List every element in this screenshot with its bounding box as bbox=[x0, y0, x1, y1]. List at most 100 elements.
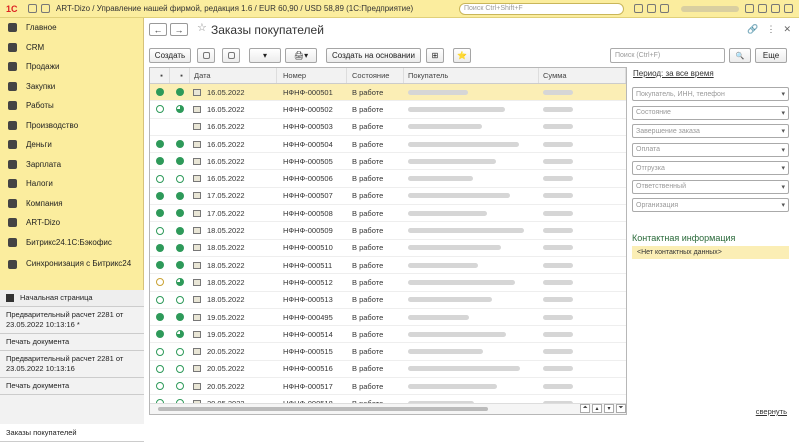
more-button[interactable]: Еще bbox=[755, 48, 787, 63]
filter-field[interactable]: Организация ▾ bbox=[632, 198, 789, 212]
close-icon[interactable] bbox=[784, 4, 793, 13]
forward-button[interactable]: → bbox=[170, 23, 188, 36]
open-window-item[interactable]: Печать документа bbox=[0, 334, 144, 351]
table-row[interactable]: 19.05.2022 НФНФ-000514 В работе bbox=[150, 326, 626, 344]
dropdown-arrow-icon[interactable]: ▾ bbox=[781, 109, 785, 117]
col-icon2[interactable]: ▪ bbox=[170, 68, 190, 83]
menu-icon[interactable] bbox=[28, 4, 37, 13]
search-button[interactable]: 🔍 bbox=[729, 48, 751, 63]
bell-icon[interactable] bbox=[634, 4, 643, 13]
sidebar-item[interactable]: Зарплата bbox=[0, 155, 143, 175]
section-icon bbox=[8, 42, 17, 52]
print-button[interactable]: 🖨▾ bbox=[285, 48, 317, 63]
table-row[interactable]: 17.05.2022 НФНФ-000508 В работе bbox=[150, 205, 626, 223]
more-icon[interactable]: ⋮ bbox=[766, 24, 775, 35]
create-button[interactable]: Создать bbox=[149, 48, 191, 63]
dropdown-arrow-icon[interactable]: ▾ bbox=[781, 146, 785, 154]
open-window-home[interactable]: Начальная страница bbox=[0, 290, 144, 307]
history-icon[interactable] bbox=[647, 4, 656, 13]
structure-button[interactable]: ⊞ bbox=[426, 48, 444, 63]
table-row[interactable]: 18.05.2022 НФНФ-000509 В работе bbox=[150, 222, 626, 240]
back-button[interactable]: ← bbox=[149, 23, 167, 36]
sidebar-item[interactable]: Налоги bbox=[0, 174, 143, 194]
sidebar-item[interactable]: CRM bbox=[0, 38, 143, 58]
create-based-button[interactable]: Создать на основании bbox=[326, 48, 421, 63]
report-button[interactable] bbox=[222, 48, 240, 63]
sidebar-item[interactable]: Компания bbox=[0, 194, 143, 214]
table-row[interactable]: 16.05.2022 НФНФ-000505 В работе bbox=[150, 153, 626, 171]
filter-field[interactable]: Покупатель, ИНН, телефон ▾ bbox=[632, 87, 789, 101]
cell-number: НФНФ-000514 bbox=[283, 329, 333, 339]
open-window-item[interactable]: Печать документа bbox=[0, 378, 144, 395]
user-name[interactable] bbox=[681, 5, 739, 12]
table-row[interactable]: 18.05.2022 НФНФ-000513 В работе bbox=[150, 292, 626, 309]
dropdown-arrow-icon[interactable]: ▾ bbox=[781, 127, 785, 135]
table-row[interactable]: 16.05.2022 НФНФ-000502 В работе bbox=[150, 101, 626, 119]
sidebar-item[interactable]: Производство bbox=[0, 116, 143, 136]
col-icon1[interactable]: ▪ bbox=[150, 68, 170, 83]
col-customer[interactable]: Покупатель bbox=[404, 68, 539, 83]
col-number[interactable]: Номер bbox=[277, 68, 347, 83]
table-row[interactable]: 17.05.2022 НФНФ-000507 В работе bbox=[150, 188, 626, 206]
cell-sum-blurred bbox=[539, 176, 626, 182]
search-input[interactable]: Поиск (Ctrl+F) bbox=[610, 48, 725, 63]
scroll-bottom-icon[interactable]: ⏷ bbox=[616, 404, 626, 413]
col-date[interactable]: Дата bbox=[190, 68, 277, 83]
table-row[interactable]: 16.05.2022 НФНФ-000501 В работе bbox=[150, 84, 626, 102]
cell-state: В работе bbox=[352, 347, 384, 357]
dropdown-arrow-icon[interactable]: ▾ bbox=[781, 164, 785, 172]
filter-field[interactable]: Оплата ▾ bbox=[632, 142, 789, 157]
favorite-star-icon[interactable]: ☆ bbox=[197, 21, 207, 34]
table-row[interactable]: 16.05.2022 НФНФ-000503 В работе bbox=[150, 119, 626, 136]
period-link[interactable]: Период: за все время bbox=[633, 69, 789, 78]
table-row[interactable]: 18.05.2022 НФНФ-000511 В работе bbox=[150, 257, 626, 275]
star-icon[interactable] bbox=[660, 4, 669, 13]
dropdown-arrow-icon[interactable]: ▾ bbox=[781, 183, 785, 191]
col-sum[interactable]: Сумма bbox=[539, 68, 626, 83]
sidebar-item[interactable]: Работы bbox=[0, 96, 143, 116]
close-icon[interactable]: ✕ bbox=[783, 24, 791, 35]
copy-button[interactable] bbox=[197, 48, 215, 63]
filter-field[interactable]: Завершение заказа ▾ bbox=[632, 124, 789, 138]
dropdown-arrow-icon[interactable]: ▾ bbox=[781, 201, 785, 209]
sidebar-item[interactable]: ART-Dizo bbox=[0, 213, 143, 233]
scroll-thumb[interactable] bbox=[158, 407, 488, 411]
table-row[interactable]: 20.05.2022 НФНФ-000516 В работе bbox=[150, 361, 626, 379]
open-window-item[interactable]: Предварительный расчет 2281 от 23.05.202… bbox=[0, 351, 144, 378]
table-row[interactable]: 18.05.2022 НФНФ-000512 В работе bbox=[150, 274, 626, 292]
collapse-link[interactable]: свернуть bbox=[756, 407, 787, 416]
table-row[interactable]: 20.05.2022 НФНФ-000517 В работе bbox=[150, 378, 626, 396]
maximize-icon[interactable] bbox=[771, 4, 780, 13]
sidebar-item[interactable]: Главное bbox=[0, 18, 143, 38]
table-row[interactable]: 18.05.2022 НФНФ-000510 В работе bbox=[150, 240, 626, 257]
sidebar-item[interactable]: Деньги bbox=[0, 135, 143, 155]
dropdown-arrow-icon[interactable]: ▾ bbox=[781, 90, 785, 98]
global-search-input[interactable]: Поиск Ctrl+Shift+F bbox=[459, 2, 624, 15]
sidebar-item[interactable]: Синхронизация с Битрикс24 bbox=[0, 252, 143, 276]
open-window-item[interactable]: Предварительный расчет 2281 от 23.05.202… bbox=[0, 307, 144, 334]
filter-menu-button[interactable]: ▾ bbox=[249, 48, 281, 63]
table-row[interactable]: 20.05.2022 НФНФ-000515 В работе bbox=[150, 343, 626, 361]
section-icon bbox=[8, 218, 17, 228]
cell-customer-blurred bbox=[404, 158, 539, 164]
settings-icon[interactable] bbox=[745, 4, 754, 13]
table-row[interactable]: 19.05.2022 НФНФ-000495 В работе bbox=[150, 309, 626, 327]
scroll-down-icon[interactable]: ▾ bbox=[604, 404, 614, 413]
table-row[interactable]: 16.05.2022 НФНФ-000506 В работе bbox=[150, 170, 626, 188]
sidebar-item[interactable]: Продажи bbox=[0, 57, 143, 77]
col-state[interactable]: Состояние bbox=[347, 68, 404, 83]
link-icon[interactable]: 🔗 bbox=[747, 24, 758, 35]
home-icon[interactable] bbox=[41, 4, 50, 13]
filter-field[interactable]: Ответственный ▾ bbox=[632, 179, 789, 194]
filter-field[interactable]: Состояние ▾ bbox=[632, 105, 789, 120]
scroll-up-icon[interactable]: ▴ bbox=[592, 404, 602, 413]
scroll-top-icon[interactable]: ⏶ bbox=[580, 404, 590, 413]
filter-field[interactable]: Отгрузка ▾ bbox=[632, 161, 789, 175]
sidebar-item[interactable]: Битрикс24.1С:Бэкофис bbox=[0, 233, 143, 253]
open-window-active[interactable]: Заказы покупателей bbox=[0, 425, 144, 442]
star-button[interactable]: ⭐ bbox=[453, 48, 471, 63]
table-row[interactable]: 16.05.2022 НФНФ-000504 В работе bbox=[150, 136, 626, 154]
minimize-icon[interactable] bbox=[758, 4, 767, 13]
horizontal-scrollbar[interactable]: ⏶ ▴ ▾ ⏷ bbox=[150, 403, 626, 414]
sidebar-item[interactable]: Закупки bbox=[0, 77, 143, 97]
